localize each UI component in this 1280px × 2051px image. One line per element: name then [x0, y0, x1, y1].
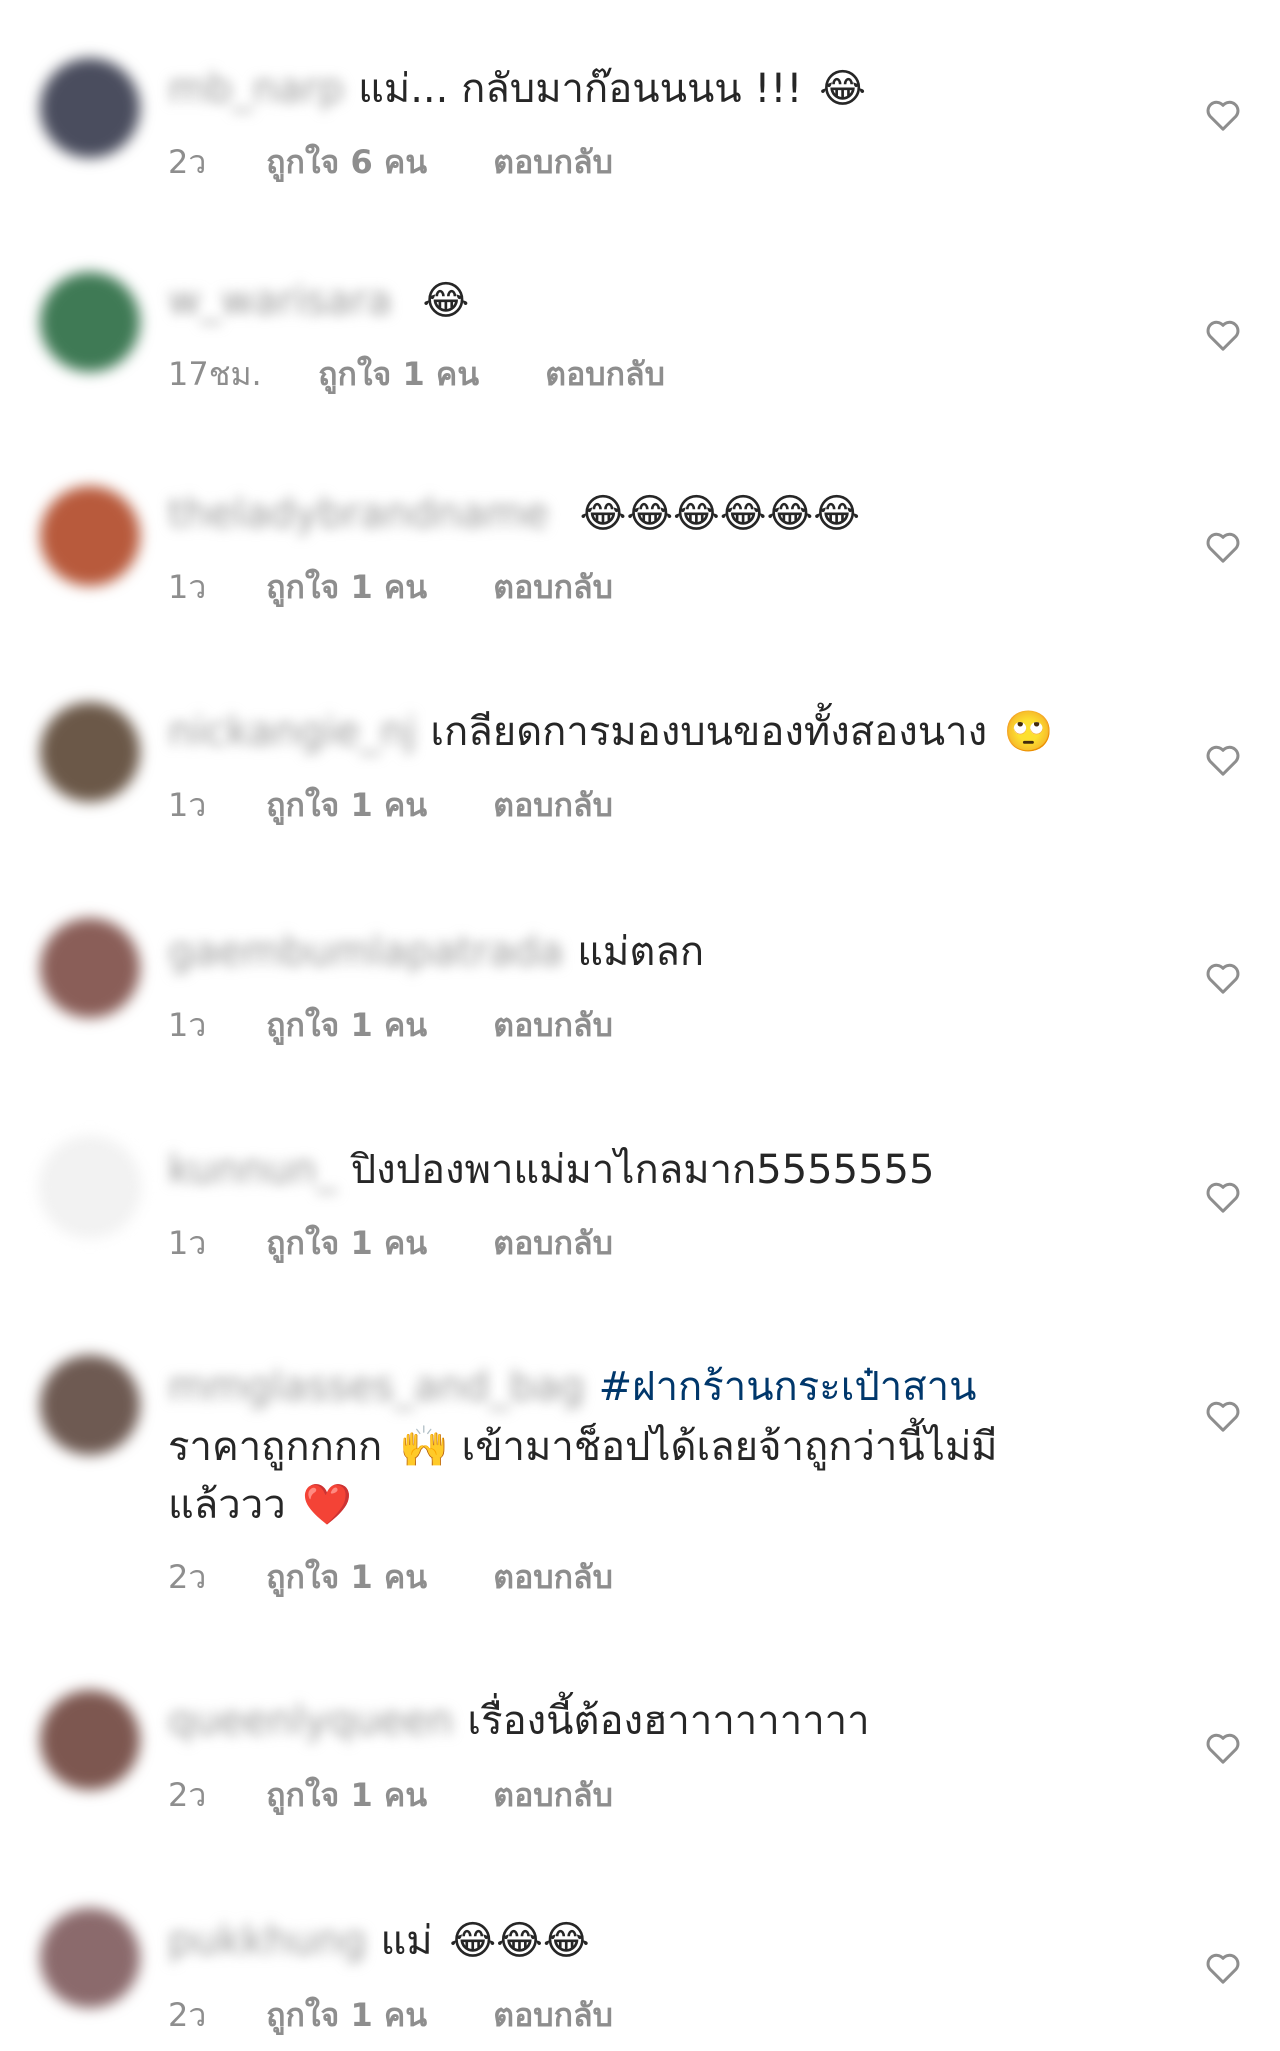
comment-time: 1ว	[168, 568, 207, 606]
comment-text: แม่ตลก	[577, 929, 705, 975]
comment-body-line-3: แล้ววว ❤️	[168, 1476, 1168, 1534]
comment-time: 2ว	[168, 143, 207, 181]
avatar[interactable]	[40, 702, 140, 802]
emoji: 🙄	[1003, 709, 1054, 755]
likes-count[interactable]: ถูกใจ 6 คน	[266, 143, 427, 181]
heart-icon[interactable]	[1203, 527, 1243, 567]
username[interactable]: queenlyqueen	[168, 1698, 453, 1744]
comment-meta: 2ว ถูกใจ 1 คน ตอบกลับ	[168, 1775, 613, 1815]
comment-body: theladybrandname 😂😂😂😂😂😂	[168, 485, 1168, 543]
username[interactable]: pukkhung	[168, 1918, 367, 1964]
username[interactable]: kunnun_	[168, 1147, 337, 1193]
comment-time: 2ว	[168, 1776, 207, 1814]
emoji: 🙌	[398, 1424, 449, 1470]
username[interactable]: gaembumlapatrada	[168, 929, 563, 975]
comment-body: kunnun_ ปิงปองพาแม่มาไกลมาก5555555	[168, 1141, 1168, 1199]
comment-meta: 17ชม. ถูกใจ 1 คน ตอบกลับ	[168, 354, 665, 394]
likes-count[interactable]: ถูกใจ 1 คน	[266, 1558, 427, 1596]
comment-text: ราคาถูกกกก	[168, 1424, 383, 1470]
heart-icon[interactable]	[1203, 958, 1243, 998]
comment-body: queenlyqueen เรื่องนี้ต้องฮาาาาาาาาา	[168, 1692, 1168, 1750]
comment-body-line-1: mmglasses_and_bag #ฝากร้านกระเป๋าสาน	[168, 1358, 1168, 1416]
reply-button[interactable]: ตอบกลับ	[545, 355, 665, 393]
likes-count[interactable]: ถูกใจ 1 คน	[266, 1224, 427, 1262]
heart-icon[interactable]	[1203, 1948, 1243, 1988]
emoji: ❤️	[302, 1482, 353, 1528]
heart-icon[interactable]	[1203, 1177, 1243, 1217]
username[interactable]: mmglasses_and_bag	[168, 1364, 585, 1410]
comment-body: pukkhung แม่ 😂😂😂	[168, 1912, 1168, 1970]
username[interactable]: w_warisara	[168, 278, 392, 324]
avatar[interactable]	[40, 918, 140, 1018]
comment-text: แม่	[380, 1918, 433, 1964]
likes-count[interactable]: ถูกใจ 1 คน	[266, 568, 427, 606]
username[interactable]: nickangie_nj	[168, 709, 416, 755]
comment-time: 2ว	[168, 1996, 207, 2034]
comment-time: 17ชม.	[168, 355, 262, 393]
username[interactable]: theladybrandname	[168, 491, 549, 537]
emoji: 😂😂😂	[449, 1918, 590, 1964]
comment-meta: 1ว ถูกใจ 1 คน ตอบกลับ	[168, 1005, 613, 1045]
comment-meta: 2ว ถูกใจ 1 คน ตอบกลับ	[168, 1557, 613, 1597]
comment-time: 1ว	[168, 786, 207, 824]
comment-text: เข้ามาช็อปได้เลยจ้าถูกว่านี้ไม่มี	[461, 1424, 998, 1470]
reply-button[interactable]: ตอบกลับ	[493, 1224, 613, 1262]
comment-list: mb_narp แม่... กลับมาก๊อนนนน !!! 😂 2ว ถูก…	[0, 0, 1280, 2051]
comment-time: 1ว	[168, 1006, 207, 1044]
likes-count[interactable]: ถูกใจ 1 คน	[266, 1996, 427, 2034]
comment-meta: 1ว ถูกใจ 1 คน ตอบกลับ	[168, 1223, 613, 1263]
avatar[interactable]	[40, 1355, 140, 1455]
comment-text: แม่... กลับมาก๊อนนนน !!!	[358, 66, 803, 112]
emoji: 😂	[422, 278, 470, 324]
reply-button[interactable]: ตอบกลับ	[493, 1558, 613, 1596]
reply-button[interactable]: ตอบกลับ	[493, 1776, 613, 1814]
reply-button[interactable]: ตอบกลับ	[493, 1006, 613, 1044]
comment-body: mb_narp แม่... กลับมาก๊อนนนน !!! 😂	[168, 60, 1168, 118]
comment-time: 1ว	[168, 1224, 207, 1262]
comment-text: ปิงปองพาแม่มาไกลมาก5555555	[350, 1147, 935, 1193]
emoji: 😂😂😂😂😂😂	[579, 491, 861, 537]
comment-text: เกลียดการมองบนของทั้งสองนาง	[430, 709, 988, 755]
heart-icon[interactable]	[1203, 1728, 1243, 1768]
heart-icon[interactable]	[1203, 95, 1243, 135]
avatar[interactable]	[40, 486, 140, 586]
avatar[interactable]	[40, 272, 140, 372]
heart-icon[interactable]	[1203, 1396, 1243, 1436]
comment-meta: 2ว ถูกใจ 1 คน ตอบกลับ	[168, 1995, 613, 2035]
username[interactable]: mb_narp	[168, 66, 344, 112]
reply-button[interactable]: ตอบกลับ	[493, 1996, 613, 2034]
comment-body: nickangie_nj เกลียดการมองบนของทั้งสองนาง …	[168, 703, 1168, 761]
avatar[interactable]	[40, 1690, 140, 1790]
comment-meta: 1ว ถูกใจ 1 คน ตอบกลับ	[168, 567, 613, 607]
comment-body: w_warisara 😂	[168, 272, 1168, 330]
emoji: 😂	[819, 66, 866, 112]
comment-body-line-2: ราคาถูกกกก 🙌 เข้ามาช็อปได้เลยจ้าถูกว่านี…	[168, 1418, 1168, 1476]
likes-count[interactable]: ถูกใจ 1 คน	[266, 1006, 427, 1044]
reply-button[interactable]: ตอบกลับ	[493, 143, 613, 181]
reply-button[interactable]: ตอบกลับ	[493, 786, 613, 824]
likes-count[interactable]: ถูกใจ 1 คน	[318, 355, 479, 393]
avatar[interactable]	[40, 1137, 140, 1237]
comment-meta: 2ว ถูกใจ 6 คน ตอบกลับ	[168, 142, 613, 182]
heart-icon[interactable]	[1203, 315, 1243, 355]
comment-body: gaembumlapatrada แม่ตลก	[168, 923, 1168, 981]
comment-text: เรื่องนี้ต้องฮาาาาาาาาา	[467, 1698, 870, 1744]
comment-text: แล้ววว	[168, 1482, 286, 1528]
likes-count[interactable]: ถูกใจ 1 คน	[266, 786, 427, 824]
avatar[interactable]	[40, 58, 140, 158]
avatar[interactable]	[40, 1908, 140, 2008]
comment-meta: 1ว ถูกใจ 1 คน ตอบกลับ	[168, 785, 613, 825]
likes-count[interactable]: ถูกใจ 1 คน	[266, 1776, 427, 1814]
comment-time: 2ว	[168, 1558, 207, 1596]
reply-button[interactable]: ตอบกลับ	[493, 568, 613, 606]
hashtag-link[interactable]: #ฝากร้านกระเป๋าสาน	[599, 1364, 977, 1410]
heart-icon[interactable]	[1203, 740, 1243, 780]
